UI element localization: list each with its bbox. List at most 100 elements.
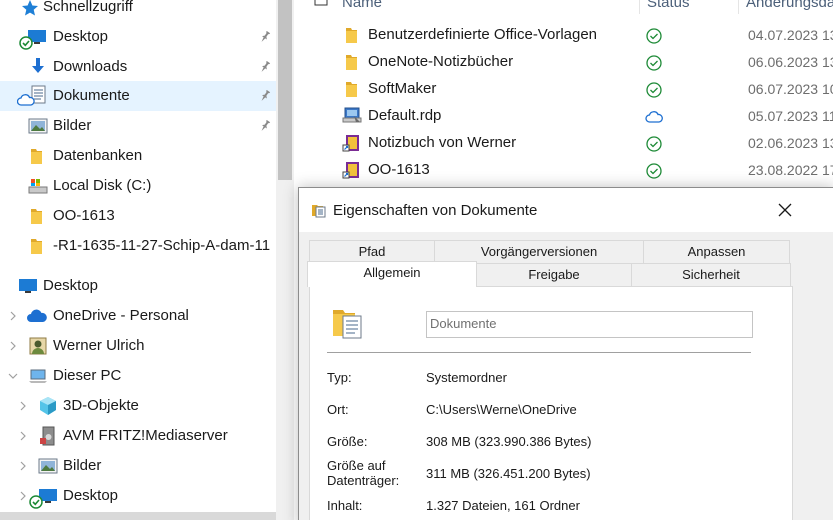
sidebar-item-label: Desktop	[63, 487, 119, 504]
star-icon	[22, 0, 38, 16]
navigation-pane: Schnellzugriff Desktop Downloads Dokumen…	[0, 0, 280, 520]
pictures-icon	[28, 118, 48, 134]
download-arrow-icon	[32, 58, 44, 73]
sidebar-item-desktop[interactable]: Desktop	[0, 22, 280, 52]
close-icon[interactable]	[773, 198, 797, 222]
sidebar-item-local-disk[interactable]: Local Disk (C:)	[0, 171, 280, 201]
sidebar-item-r1-folder[interactable]: -R1-1635-11-27-Schip-A-dam-11	[0, 231, 280, 261]
drive-icon	[28, 179, 48, 194]
sidebar-item-werner-ulrich[interactable]: Werner Ulrich	[0, 331, 280, 361]
column-header-status[interactable]: Status	[647, 0, 690, 14]
tab-pfad[interactable]: Pfad	[309, 240, 435, 263]
chevron-right-icon[interactable]	[18, 431, 28, 441]
prop-label-inhalt: Inhalt:	[327, 498, 363, 513]
cloud-status-icon	[645, 111, 663, 123]
prop-value-groesse-datentraeger: 311 MB (326.451.200 Bytes)	[426, 466, 591, 481]
select-all-checkbox[interactable]	[314, 0, 328, 6]
sidebar-item-label: OneDrive - Personal	[53, 307, 189, 324]
sidebar-item-dieser-pc[interactable]: Dieser PC	[0, 361, 280, 391]
chevron-right-icon[interactable]	[8, 341, 18, 351]
tab-allgemein[interactable]: Allgemein	[307, 261, 477, 287]
sidebar-item-label: Werner Ulrich	[53, 337, 145, 354]
tab-freigabe[interactable]: Freigabe	[476, 263, 632, 286]
file-name: OO-1613	[368, 161, 430, 178]
sidebar-item-label: Local Disk (C:)	[53, 177, 152, 194]
divider	[327, 352, 751, 353]
chevron-right-icon[interactable]	[18, 461, 28, 471]
column-header-date[interactable]: Änderungsdatum	[746, 0, 833, 14]
pin-icon[interactable]	[258, 119, 272, 133]
remote-desktop-icon	[342, 107, 362, 123]
sidebar-item-downloads[interactable]: Downloads	[0, 52, 280, 82]
sidebar-item-onedrive[interactable]: OneDrive - Personal	[0, 301, 280, 331]
user-icon	[29, 337, 47, 355]
chevron-down-icon[interactable]	[8, 371, 18, 381]
tab-vorgaengerversionen[interactable]: Vorgängerversionen	[434, 240, 644, 263]
sidebar-hover-row	[0, 512, 276, 520]
file-name: SoftMaker	[368, 80, 437, 97]
folder-icon	[346, 82, 357, 97]
prop-label-ort: Ort:	[327, 402, 349, 417]
file-row[interactable]: OneNote-Notizbücher 06.06.2023 13	[294, 49, 833, 76]
file-row[interactable]: Default.rdp 05.07.2023 11	[294, 103, 833, 130]
sidebar-item-bilder[interactable]: Bilder	[0, 111, 280, 141]
tab-anpassen[interactable]: Anpassen	[643, 240, 790, 263]
file-name: Notizbuch von Werner	[368, 134, 517, 151]
sidebar-item-label: Bilder	[53, 117, 92, 134]
file-date: 05.07.2023 11	[748, 108, 833, 124]
file-date: 04.07.2023 13	[748, 27, 833, 43]
sidebar-item-label: Schnellzugriff	[43, 0, 133, 15]
column-separator	[738, 0, 739, 14]
prop-value-groesse: 308 MB (323.990.386 Bytes)	[426, 434, 592, 449]
chevron-right-icon[interactable]	[8, 311, 18, 321]
prop-value-ort: C:\Users\Werne\OneDrive	[426, 402, 577, 417]
prop-value-typ: Systemordner	[426, 370, 507, 385]
sidebar-scrollbar-thumb[interactable]	[278, 0, 292, 180]
sidebar-item-label: Desktop	[43, 277, 99, 294]
dialog-title: Eigenschaften von Dokumente	[333, 202, 538, 219]
sidebar-item-3d-objekte[interactable]: 3D-Objekte	[0, 391, 280, 421]
prop-label-groesse: Größe:	[327, 434, 368, 449]
column-header-name[interactable]: Name	[342, 0, 382, 14]
chevron-right-icon[interactable]	[18, 401, 28, 411]
documents-folder-icon	[312, 205, 326, 218]
onenote-link-icon	[342, 135, 359, 152]
folder-name-field[interactable]: Dokumente	[426, 311, 753, 338]
pin-icon[interactable]	[258, 60, 272, 74]
folder-icon	[346, 28, 357, 43]
column-separator	[639, 0, 640, 14]
sidebar-item-desktop-pc[interactable]: Desktop	[0, 481, 280, 511]
sidebar-item-oo-1613[interactable]: OO-1613	[0, 201, 280, 231]
sidebar-item-bilder-pc[interactable]: Bilder	[0, 451, 280, 481]
file-row[interactable]: Benutzerdefinierte Office-Vorlagen 04.07…	[294, 22, 833, 49]
pin-icon[interactable]	[258, 89, 272, 103]
folder-icon	[31, 149, 42, 164]
sync-check-icon	[646, 136, 662, 152]
sync-check-icon	[646, 28, 662, 44]
file-name: Benutzerdefinierte Office-Vorlagen	[368, 26, 598, 43]
file-row[interactable]: SoftMaker 06.07.2023 10	[294, 76, 833, 103]
prop-label-typ: Typ:	[327, 370, 352, 385]
file-name: Default.rdp	[368, 107, 442, 124]
sidebar-item-avm-mediaserver[interactable]: AVM FRITZ!Mediaserver	[0, 421, 280, 451]
sidebar-item-desktop-root[interactable]: Desktop	[0, 271, 280, 301]
pin-icon[interactable]	[258, 30, 272, 44]
cloud-icon	[27, 309, 47, 322]
chevron-right-icon[interactable]	[18, 491, 28, 501]
file-name: OneNote-Notizbücher	[368, 53, 514, 70]
folder-icon	[346, 55, 357, 70]
folder-icon	[31, 209, 42, 224]
sidebar-item-label: -R1-1635-11-27-Schip-A-dam-11	[53, 237, 271, 254]
sync-check-icon	[646, 82, 662, 98]
sidebar-item-quick-access[interactable]: Schnellzugriff	[0, 0, 280, 22]
sidebar-item-label: Downloads	[53, 58, 128, 75]
tab-sicherheit[interactable]: Sicherheit	[631, 263, 791, 286]
sidebar-item-dokumente[interactable]: Dokumente	[0, 81, 278, 111]
file-row[interactable]: OO-1613 23.08.2022 17	[294, 157, 833, 184]
computer-icon	[29, 369, 47, 383]
sync-check-icon	[19, 36, 33, 50]
file-row[interactable]: Notizbuch von Werner 02.06.2023 13	[294, 130, 833, 157]
media-server-icon	[40, 426, 55, 446]
sidebar-item-datenbanken[interactable]: Datenbanken	[0, 141, 280, 171]
file-date: 23.08.2022 17	[748, 162, 833, 178]
